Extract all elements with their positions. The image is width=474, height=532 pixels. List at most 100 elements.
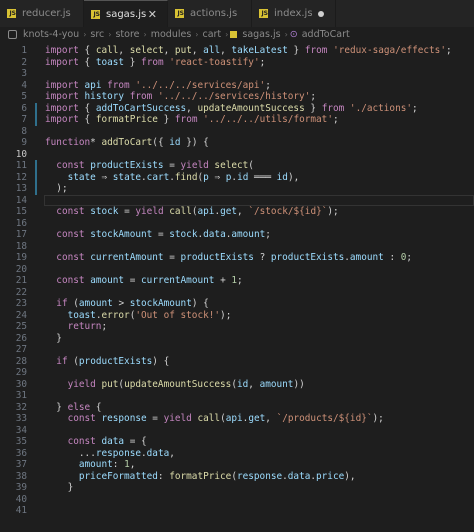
- code-editor[interactable]: 1 import { call, select, put, all, takeLa…: [0, 42, 474, 532]
- code-line[interactable]: 19 const currentAmount = productExists ?…: [0, 252, 474, 264]
- code-line[interactable]: 40: [0, 494, 474, 506]
- tab-reducer[interactable]: JS reducer.js: [0, 0, 84, 27]
- code-line[interactable]: 16: [0, 218, 474, 230]
- code-text: }: [56, 332, 62, 344]
- code-line[interactable]: 27: [0, 344, 474, 356]
- breadcrumb-item[interactable]: sagas.js: [242, 29, 280, 40]
- line-number: 3: [21, 68, 27, 79]
- code-line[interactable]: 8: [0, 126, 474, 138]
- code-line[interactable]: 36 ...response.data,: [0, 448, 474, 460]
- code-text: } else {: [56, 401, 102, 413]
- code-line[interactable]: 3: [0, 68, 474, 80]
- code-line[interactable]: 33 const response = yield call(api.get, …: [0, 413, 474, 425]
- code-line[interactable]: 31: [0, 390, 474, 402]
- code-line[interactable]: 18: [0, 241, 474, 253]
- tab-sagas[interactable]: JS sagas.js ✕: [84, 0, 168, 27]
- code-line[interactable]: 25 return;: [0, 321, 474, 333]
- tab-label: index.js: [274, 8, 313, 19]
- line-number: 36: [15, 447, 27, 459]
- line-number: 22: [15, 286, 27, 298]
- line-number: 9: [21, 137, 27, 148]
- code-line[interactable]: 34: [0, 425, 474, 437]
- line-number: 19: [15, 252, 27, 263]
- breadcrumb-item[interactable]: cart: [202, 29, 221, 40]
- code-line[interactable]: 4 import api from '../../../services/api'…: [0, 80, 474, 92]
- code-line[interactable]: 35 const data = {: [0, 436, 474, 448]
- code-line[interactable]: 38 priceFormatted: formatPrice(response.…: [0, 471, 474, 483]
- code-line[interactable]: 15 const stock = yield call(api.get, `/s…: [0, 206, 474, 218]
- breadcrumb-item[interactable]: src: [90, 29, 104, 40]
- code-text: const productExists = yield select(: [56, 160, 254, 171]
- code-line[interactable]: 26 }: [0, 333, 474, 345]
- code-line[interactable]: 10: [0, 149, 474, 161]
- code-text: const response = yield call(api.get, `/p…: [67, 413, 384, 424]
- chevron-right-icon: ›: [108, 30, 112, 39]
- code-line[interactable]: 1 import { call, select, put, all, takeLa…: [0, 45, 474, 57]
- modified-gutter-marker: [35, 114, 37, 126]
- code-text: state ⇒ state.cart.find(p ⇒ p.id ═══ id)…: [67, 171, 300, 183]
- breadcrumb-item[interactable]: store: [115, 29, 139, 40]
- tab-actions[interactable]: JS actions.js: [168, 0, 252, 27]
- code-text: );: [56, 183, 68, 194]
- line-number: 39: [15, 482, 27, 493]
- tab-index[interactable]: JS index.js: [252, 0, 336, 27]
- code-text: return;: [67, 321, 108, 332]
- line-number: 38: [15, 470, 27, 482]
- chevron-right-icon: ›: [284, 30, 288, 39]
- code-line[interactable]: 12 state ⇒ state.cart.find(p ⇒ p.id ═══ …: [0, 171, 474, 183]
- line-number: 7: [21, 114, 27, 125]
- code-line[interactable]: 5 import history from '../../../services/…: [0, 91, 474, 103]
- line-number: 16: [15, 217, 27, 229]
- code-line[interactable]: 30 yield put(updateAmountSuccess(id, amo…: [0, 379, 474, 391]
- code-line[interactable]: 37 amount: 1,: [0, 459, 474, 471]
- code-text: toast.error('Out of stock!');: [67, 309, 232, 321]
- code-text: import history from '../../../services/h…: [45, 91, 316, 102]
- line-number: 6: [21, 102, 27, 114]
- unsaved-dot-icon[interactable]: [318, 11, 324, 17]
- code-line[interactable]: 28 if (productExists) {: [0, 356, 474, 368]
- close-icon[interactable]: ✕: [148, 8, 157, 21]
- code-line[interactable]: 32 } else {: [0, 402, 474, 414]
- code-line[interactable]: 22: [0, 287, 474, 299]
- code-line[interactable]: 24 toast.error('Out of stock!');: [0, 310, 474, 322]
- line-number: 10: [15, 148, 27, 160]
- code-line[interactable]: 23 if (amount > stockAmount) {: [0, 298, 474, 310]
- code-line[interactable]: 20: [0, 264, 474, 276]
- code-line[interactable]: 6 import { addToCartSuccess, updateAmount…: [0, 102, 474, 114]
- chevron-right-icon: ›: [225, 30, 229, 39]
- breadcrumb-item[interactable]: addToCart: [302, 29, 350, 40]
- line-number: 18: [15, 240, 27, 252]
- code-line[interactable]: 14: [0, 195, 474, 207]
- code-text: if (productExists) {: [56, 355, 170, 367]
- breadcrumb-item[interactable]: knots-4-you: [23, 29, 79, 40]
- code-text: if (amount > stockAmount) {: [56, 298, 209, 309]
- line-number: 30: [15, 378, 27, 390]
- breadcrumb-item[interactable]: modules: [151, 29, 192, 40]
- line-number: 37: [15, 459, 27, 470]
- line-number: 33: [15, 413, 27, 424]
- code-line[interactable]: 17 const stockAmount = stock.data.amount…: [0, 229, 474, 241]
- chevron-right-icon: ›: [195, 30, 199, 39]
- tab-label: actions.js: [190, 8, 238, 19]
- code-line[interactable]: 29: [0, 367, 474, 379]
- code-line[interactable]: 7 import { formatPrice } from '../../../u…: [0, 114, 474, 126]
- code-line[interactable]: 39 }: [0, 482, 474, 494]
- code-text: const amount = currentAmount + 1;: [56, 275, 243, 286]
- js-file-icon: JS: [259, 9, 268, 18]
- code-text: import api from '../../../services/api';: [45, 79, 271, 91]
- code-text: import { toast } from 'react-toastify';: [45, 56, 266, 68]
- code-line[interactable]: 41: [0, 505, 474, 517]
- line-number: 29: [15, 367, 27, 378]
- code-text: import { call, select, put, all, takeLat…: [45, 45, 452, 56]
- code-line[interactable]: 13 );: [0, 183, 474, 195]
- chevron-right-icon: ›: [143, 30, 147, 39]
- line-number: 8: [21, 125, 27, 137]
- line-number: 13: [15, 183, 27, 194]
- line-number: 35: [15, 436, 27, 447]
- code-line[interactable]: 9 function* addToCart({ id }) {: [0, 137, 474, 149]
- code-line[interactable]: 21 const amount = currentAmount + 1;: [0, 275, 474, 287]
- code-line[interactable]: 11 const productExists = yield select(: [0, 160, 474, 172]
- line-number: 11: [15, 160, 27, 171]
- breadcrumb: knots-4-you › src › store › modules › cart › sagas…: [0, 27, 474, 42]
- code-line[interactable]: 2 import { toast } from 'react-toastify';: [0, 57, 474, 69]
